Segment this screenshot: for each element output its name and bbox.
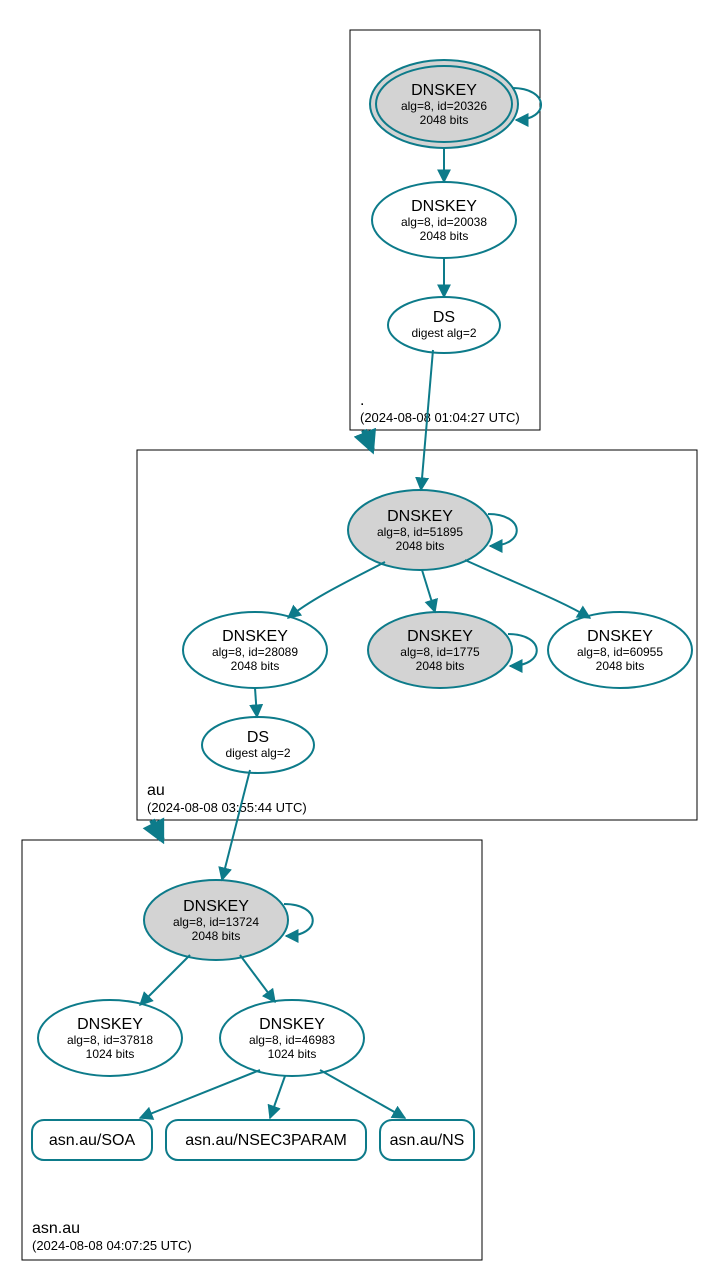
edge-au-ksk-k2: [422, 570, 435, 612]
node-asn-k1: DNSKEY alg=8, id=37818 1024 bits: [38, 1000, 182, 1076]
svg-text:alg=8, id=28089: alg=8, id=28089: [212, 645, 298, 659]
edge-au-ksk-k1: [288, 562, 385, 618]
node-au-ds: DS digest alg=2: [202, 717, 314, 773]
svg-text:2048 bits: 2048 bits: [596, 659, 645, 673]
svg-text:alg=8, id=13724: alg=8, id=13724: [173, 915, 259, 929]
svg-text:asn.au/SOA: asn.au/SOA: [49, 1132, 136, 1149]
edge-asn-k2-ns: [320, 1070, 405, 1118]
edge-asn-ksk-k2: [240, 955, 275, 1002]
edge-au-ksk-k3: [465, 560, 590, 618]
svg-text:DNSKEY: DNSKEY: [183, 898, 249, 915]
svg-text:DNSKEY: DNSKEY: [259, 1016, 325, 1033]
svg-text:digest alg=2: digest alg=2: [411, 326, 476, 340]
svg-text:DNSKEY: DNSKEY: [411, 82, 477, 99]
svg-text:asn.au/NS: asn.au/NS: [390, 1132, 465, 1149]
svg-text:2048 bits: 2048 bits: [231, 659, 280, 673]
edge-asn-k2-nsec: [270, 1076, 285, 1118]
node-asn-nsec: asn.au/NSEC3PARAM: [166, 1120, 366, 1160]
svg-text:digest alg=2: digest alg=2: [225, 746, 290, 760]
svg-text:2048 bits: 2048 bits: [420, 113, 469, 127]
svg-text:DNSKEY: DNSKEY: [411, 198, 477, 215]
edge-asn-ksk-k1: [140, 955, 190, 1005]
svg-text:2048 bits: 2048 bits: [396, 539, 445, 553]
svg-text:alg=8, id=20038: alg=8, id=20038: [401, 215, 487, 229]
svg-text:DNSKEY: DNSKEY: [387, 508, 453, 525]
node-asn-ns: asn.au/NS: [380, 1120, 474, 1160]
svg-text:DS: DS: [433, 309, 455, 326]
svg-text:DNSKEY: DNSKEY: [407, 628, 473, 645]
zone-date-root: (2024-08-08 01:04:27 UTC): [360, 410, 520, 425]
node-asn-soa: asn.au/SOA: [32, 1120, 152, 1160]
node-au-k3: DNSKEY alg=8, id=60955 2048 bits: [548, 612, 692, 688]
svg-text:2048 bits: 2048 bits: [416, 659, 465, 673]
svg-text:1024 bits: 1024 bits: [268, 1047, 317, 1061]
svg-text:alg=8, id=60955: alg=8, id=60955: [577, 645, 663, 659]
node-asn-ksk: DNSKEY alg=8, id=13724 2048 bits: [144, 880, 288, 960]
svg-text:alg=8, id=51895: alg=8, id=51895: [377, 525, 463, 539]
node-au-k2: DNSKEY alg=8, id=1775 2048 bits: [368, 612, 512, 688]
edge-au-ds-asn-ksk: [222, 770, 250, 880]
node-au-ksk: DNSKEY alg=8, id=51895 2048 bits: [348, 490, 492, 570]
edge-au-to-asn-box: [152, 820, 162, 840]
edge-au-k1-ds: [255, 688, 257, 717]
svg-text:asn.au/NSEC3PARAM: asn.au/NSEC3PARAM: [185, 1132, 347, 1149]
zone-label-au: au: [147, 782, 165, 799]
node-au-k1: DNSKEY alg=8, id=28089 2048 bits: [183, 612, 327, 688]
svg-text:2048 bits: 2048 bits: [192, 929, 241, 943]
node-root-zsk: DNSKEY alg=8, id=20038 2048 bits: [372, 182, 516, 258]
svg-text:alg=8, id=37818: alg=8, id=37818: [67, 1033, 153, 1047]
svg-text:DNSKEY: DNSKEY: [77, 1016, 143, 1033]
svg-text:DNSKEY: DNSKEY: [587, 628, 653, 645]
svg-text:alg=8, id=20326: alg=8, id=20326: [401, 99, 487, 113]
zone-label-asn: asn.au: [32, 1220, 80, 1237]
zone-label-root: .: [360, 392, 364, 409]
node-root-ds: DS digest alg=2: [388, 297, 500, 353]
edge-asn-k2-soa: [140, 1070, 260, 1118]
svg-text:DS: DS: [247, 729, 269, 746]
svg-text:1024 bits: 1024 bits: [86, 1047, 135, 1061]
svg-text:alg=8, id=1775: alg=8, id=1775: [400, 645, 480, 659]
svg-text:DNSKEY: DNSKEY: [222, 628, 288, 645]
node-asn-k2: DNSKEY alg=8, id=46983 1024 bits: [220, 1000, 364, 1076]
zone-date-au: (2024-08-08 03:55:44 UTC): [147, 800, 307, 815]
zone-date-asn: (2024-08-08 04:07:25 UTC): [32, 1238, 192, 1253]
node-root-ksk: DNSKEY alg=8, id=20326 2048 bits: [370, 60, 518, 148]
edge-root-to-au-box: [364, 430, 372, 450]
svg-text:alg=8, id=46983: alg=8, id=46983: [249, 1033, 335, 1047]
svg-text:2048 bits: 2048 bits: [420, 229, 469, 243]
